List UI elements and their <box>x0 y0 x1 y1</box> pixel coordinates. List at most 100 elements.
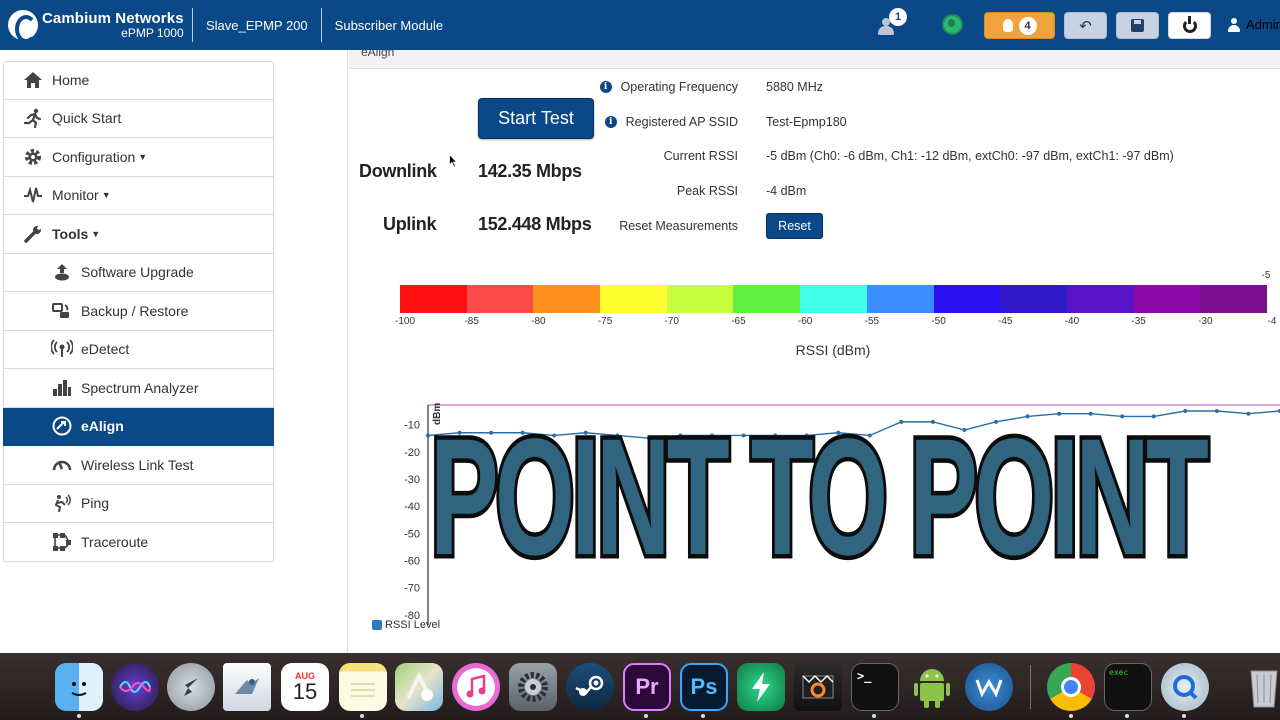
sidebar-item-spectrum-analyzer[interactable]: Spectrum Analyzer <box>3 369 274 408</box>
reset-measurements-row: Reset Measurements <box>540 216 738 236</box>
y-tick-label: -10 <box>404 420 420 432</box>
globe-icon[interactable] <box>942 14 963 35</box>
backup-icon <box>51 301 73 321</box>
sidebar-item-label: Home <box>52 72 90 89</box>
sidebar-item-label: Spectrum Analyzer <box>81 379 199 396</box>
bar-chart-icon <box>51 378 73 398</box>
brand[interactable]: Cambium Networks ePMP 1000 <box>0 9 192 43</box>
running-indicator <box>360 714 364 718</box>
reset-button[interactable]: Reset <box>766 213 823 239</box>
calendar-day: 15 <box>292 679 318 704</box>
current-rssi-label: Current RSSI <box>663 149 738 163</box>
dock-separator <box>1030 665 1031 709</box>
finder-icon[interactable] <box>55 663 103 711</box>
alerts-button[interactable]: 4 <box>984 12 1055 39</box>
sidebar-item-label: eDetect <box>81 341 130 358</box>
rssi-scale-segment <box>600 285 667 313</box>
running-indicator <box>872 714 876 718</box>
y-tick-label: -50 <box>404 528 420 540</box>
siri-icon[interactable] <box>111 663 159 711</box>
sidebar-item-label: Monitor <box>52 187 99 204</box>
rssi-scale-title: RSSI (dBm) <box>795 342 871 358</box>
sidebar-item-configuration[interactable]: Configuration ▼ <box>3 138 274 177</box>
steam-icon[interactable] <box>566 663 614 711</box>
sidebar-item-ealign[interactable]: eAlign <box>3 407 274 446</box>
y-tick-label: -60 <box>404 555 420 567</box>
running-indicator <box>77 714 81 718</box>
macos-dock: AUG 15 Pr Ps >_ exec <box>0 653 1280 720</box>
y-tick-label: -70 <box>404 583 420 595</box>
traceroute-icon <box>51 532 73 552</box>
operating-frequency-value: 5880 MHz <box>766 80 823 94</box>
rssi-data-point <box>1214 409 1219 413</box>
rssi-scale-tick-label: -80 <box>531 316 546 327</box>
device-mode: Subscriber Module <box>334 17 444 33</box>
photoshop-icon[interactable]: Ps <box>680 663 728 711</box>
rssi-scale-segment <box>666 285 734 313</box>
sidebar-item-quick-start[interactable]: Quick Start <box>3 99 274 138</box>
chart-legend[interactable]: RSSI Level <box>372 619 440 631</box>
android-icon[interactable] <box>908 663 956 711</box>
sidebar-item-tools[interactable]: Tools ▼ <box>3 215 274 254</box>
info-icon[interactable]: i <box>599 81 612 93</box>
page-tab-label: eAlign <box>361 50 395 59</box>
sidebar-item-software-upgrade[interactable]: Software Upgrade <box>3 253 274 292</box>
sidebar-item-backup-restore[interactable]: Backup / Restore <box>3 292 274 331</box>
wrench-icon <box>22 224 44 244</box>
sidebar-item-traceroute[interactable]: Traceroute <box>3 523 274 562</box>
calendar-icon[interactable]: AUG 15 <box>281 663 329 711</box>
chrome-icon[interactable] <box>1047 663 1095 711</box>
ap-ssid-label: Registered AP SSID <box>625 115 738 129</box>
energy-icon[interactable] <box>737 663 785 711</box>
sidebar-item-label: Backup / Restore <box>81 302 189 319</box>
settings-icon[interactable] <box>509 663 557 711</box>
current-rssi-value: -5 dBm (Ch0: -6 dBm, Ch1: -12 dBm, extCh… <box>766 149 1174 163</box>
sidebar-item-wireless-link-test[interactable]: Wireless Link Test <box>3 446 274 485</box>
sidebar-item-home[interactable]: Home <box>3 61 274 100</box>
main-content: eAlign Home Quick Start Configuration ▼ <box>0 50 1280 653</box>
launchpad-icon[interactable] <box>167 663 215 711</box>
finalcut-icon[interactable] <box>794 663 842 711</box>
peak-rssi-row: Peak RSSI <box>540 181 738 201</box>
cambium-logo-icon <box>8 10 38 43</box>
alerts-count-badge: 4 <box>1018 16 1037 35</box>
maps-icon[interactable] <box>395 663 443 711</box>
save-button[interactable] <box>1116 12 1159 39</box>
admin-user-icon <box>1228 17 1240 32</box>
reboot-button[interactable] <box>1168 12 1211 39</box>
running-indicator <box>1182 714 1186 718</box>
users-count-badge: 1 <box>889 8 907 26</box>
ap-ssid-value: Test-Epmp180 <box>766 115 847 129</box>
exec-label: exec <box>1109 668 1129 677</box>
operating-frequency-label: Operating Frequency <box>620 80 738 94</box>
sidebar-item-label: eAlign <box>81 418 124 435</box>
sidebar-item-label: Configuration <box>52 148 136 165</box>
exec-icon[interactable]: exec <box>1104 663 1152 711</box>
notes-icon[interactable] <box>339 663 387 711</box>
terminal-icon[interactable]: >_ <box>851 663 899 711</box>
user-menu[interactable]: Admin <box>1228 17 1280 32</box>
sidebar-item-edetect[interactable]: eDetect <box>3 330 274 369</box>
premiere-icon[interactable]: Pr <box>623 663 671 711</box>
mail-icon[interactable] <box>223 663 271 711</box>
rssi-scale-segment <box>1066 285 1134 313</box>
quicktime-icon[interactable] <box>1161 663 1209 711</box>
sidebar: Home Quick Start Configuration ▼ Monitor… <box>3 61 274 562</box>
rssi-scale-tick-label: -40 <box>1064 316 1080 327</box>
info-icon[interactable]: i <box>604 116 617 128</box>
undo-button[interactable]: ↶ <box>1064 12 1107 39</box>
ap-ssid-row: i Registered AP SSID <box>540 112 738 132</box>
trash-icon[interactable] <box>1240 663 1280 711</box>
connected-users-button[interactable]: 1 <box>876 8 908 38</box>
lightbulb-icon <box>1002 19 1013 32</box>
y-tick-label: -40 <box>404 501 420 513</box>
sidebar-item-monitor[interactable]: Monitor ▼ <box>3 176 274 215</box>
y-tick-label: -20 <box>404 447 420 459</box>
sidebar-item-label: Traceroute <box>81 533 149 550</box>
brand-name: Cambium Networks <box>42 9 184 27</box>
winbox-icon[interactable] <box>965 663 1013 711</box>
undo-icon: ↶ <box>1079 17 1092 35</box>
rssi-scale-tick-label: -65 <box>731 316 746 327</box>
sidebar-item-ping[interactable]: Ping <box>3 484 274 523</box>
itunes-icon[interactable] <box>452 663 500 711</box>
